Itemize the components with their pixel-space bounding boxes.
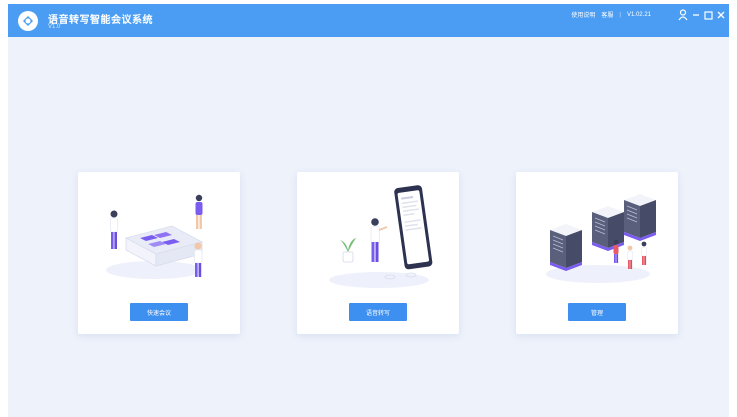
- app-title: 语音转写智能会议系统: [48, 15, 153, 26]
- divider: |: [619, 11, 621, 18]
- minimize-icon[interactable]: [691, 8, 701, 22]
- app-window: 语音转写智能会议系统 V1.0 使用说明 客服 | V1.02.21 快速会议 …: [8, 4, 729, 417]
- quick-meeting-card[interactable]: 快速会议: [78, 172, 240, 334]
- user-icon[interactable]: [677, 8, 689, 22]
- management-button[interactable]: 管理: [568, 303, 626, 321]
- server-illustration: [546, 194, 656, 283]
- help-link[interactable]: 使用说明: [571, 10, 595, 19]
- quick-meeting-button[interactable]: 快速会议: [130, 303, 188, 321]
- transcription-button[interactable]: 语音转写: [349, 303, 407, 321]
- app-logo-icon: [18, 11, 38, 31]
- title-bar: 语音转写智能会议系统 V1.0 使用说明 客服 | V1.02.21: [8, 4, 729, 37]
- management-card[interactable]: 管理: [516, 172, 678, 334]
- meeting-illustration: [106, 194, 204, 279]
- version-link[interactable]: V1.02.21: [627, 12, 651, 18]
- transcription-illustration: [329, 185, 433, 288]
- transcription-card[interactable]: 语音转写: [297, 172, 459, 334]
- maximize-icon[interactable]: [703, 8, 714, 22]
- service-link[interactable]: 客服: [601, 10, 613, 19]
- top-links: 使用说明 客服 | V1.02.21: [571, 10, 651, 20]
- close-icon[interactable]: [716, 8, 726, 22]
- app-version: V1.0: [48, 24, 61, 30]
